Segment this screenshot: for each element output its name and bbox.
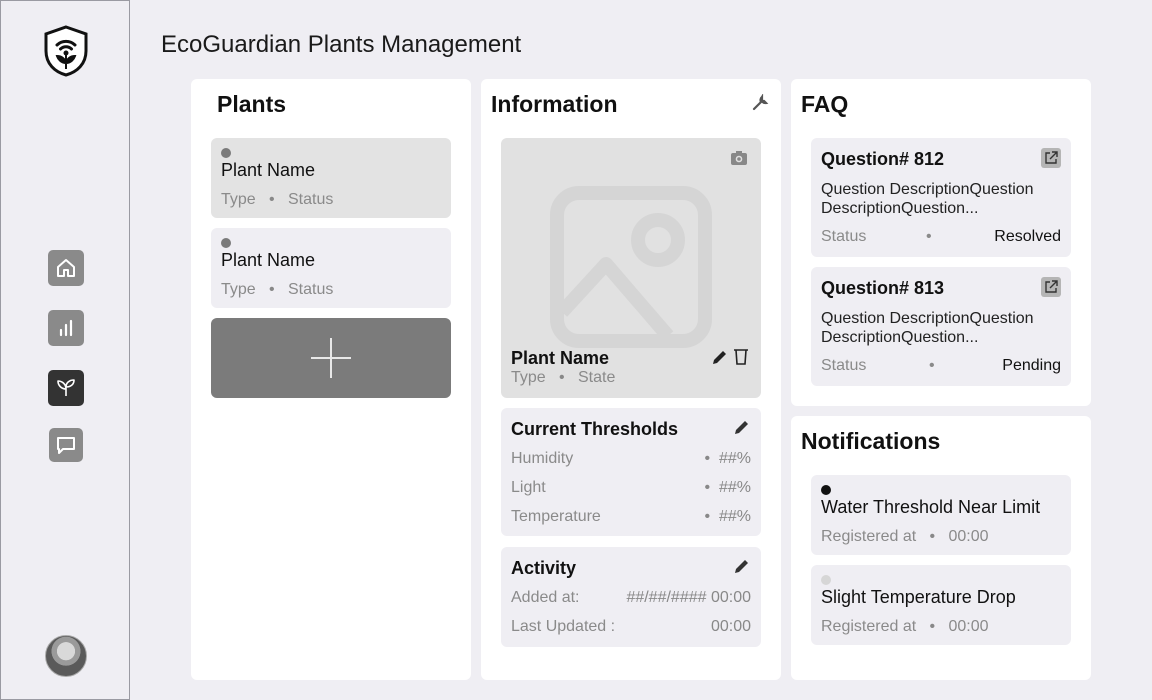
open-external-icon[interactable] — [1041, 148, 1061, 168]
sprout-icon — [57, 379, 75, 396]
faq-status-value: Resolved — [994, 228, 1061, 245]
plant-type: Type — [221, 281, 256, 298]
edit-activity-icon[interactable] — [733, 558, 750, 575]
trash-icon[interactable] — [733, 348, 749, 366]
plant-status: Status — [287, 281, 334, 298]
nav-chat-button[interactable] — [49, 428, 83, 462]
threshold-value: • ##% — [704, 450, 751, 467]
information-panel: Information Plant Name Type • State Curr… — [481, 79, 781, 680]
notification-title: Water Threshold Near Limit — [821, 497, 1041, 517]
edit-thresholds-icon[interactable] — [733, 419, 750, 436]
notification-meta: Registered at • 00:00 — [821, 528, 989, 545]
activity-value: 00:00 — [710, 618, 751, 635]
nav-home-button[interactable] — [48, 250, 84, 286]
notification-time: 00:00 — [948, 618, 989, 635]
information-title: Information — [491, 91, 618, 117]
unread-dot — [821, 485, 831, 495]
chat-icon — [57, 437, 75, 454]
threshold-label: Temperature — [511, 508, 601, 525]
thresholds-card: Current Thresholds Humidity • ##% Light … — [501, 408, 761, 536]
home-icon — [57, 259, 75, 277]
threshold-value: • ##% — [704, 508, 751, 525]
notification-item[interactable]: Water Threshold Near Limit Registered at… — [811, 475, 1071, 555]
user-avatar[interactable] — [45, 635, 87, 677]
read-dot — [821, 575, 831, 585]
pencil-icon[interactable] — [711, 349, 728, 366]
faq-question-description: Question DescriptionQuestion Description… — [821, 310, 1034, 346]
notifications-panel: Notifications Water Threshold Near Limit… — [791, 416, 1091, 680]
plant-meta: Type • Status — [221, 281, 334, 298]
notification-title: Slight Temperature Drop — [821, 587, 1016, 607]
faq-question-title: Question# 812 — [821, 149, 945, 169]
wrench-icon[interactable] — [751, 94, 769, 112]
add-plant-button[interactable] — [211, 318, 451, 398]
selected-plant-state: State — [577, 369, 616, 386]
open-external-icon[interactable] — [1041, 277, 1061, 297]
faq-title: FAQ — [801, 91, 849, 117]
nav-plants-button[interactable] — [48, 370, 84, 406]
threshold-label: Humidity — [511, 450, 574, 467]
activity-card: Activity Added at: ##/##/#### 00:00 Last… — [501, 547, 761, 647]
faq-question-description: Question DescriptionQuestion Description… — [821, 181, 1034, 217]
plant-name: Plant Name — [221, 160, 316, 180]
faq-item[interactable]: Question# 812 Question DescriptionQuesti… — [811, 138, 1071, 257]
notification-meta: Registered at • 00:00 — [821, 618, 989, 635]
plant-status: Status — [287, 191, 334, 208]
plant-name: Plant Name — [221, 250, 316, 270]
status-dot — [221, 238, 231, 248]
thresholds-title: Current Thresholds — [511, 419, 679, 439]
plant-list-item[interactable]: Plant Name Type • Status — [211, 138, 451, 218]
status-dot — [221, 148, 231, 158]
faq-question-title: Question# 813 — [821, 278, 945, 298]
faq-status-label: Status — [821, 228, 867, 245]
plant-type: Type — [221, 191, 256, 208]
sidebar — [0, 0, 130, 700]
bar-chart-icon — [59, 319, 73, 337]
selected-plant-meta: Type • State — [511, 369, 616, 386]
shield-logo-icon[interactable] — [43, 25, 89, 77]
notification-item[interactable]: Slight Temperature Drop Registered at • … — [811, 565, 1071, 645]
image-placeholder-icon — [550, 186, 712, 348]
activity-label: Added at: — [511, 589, 580, 606]
faq-panel: FAQ Question# 812 Question DescriptionQu… — [791, 79, 1091, 406]
plants-title: Plants — [217, 91, 287, 117]
plus-icon — [311, 338, 351, 378]
plant-photo-card: Plant Name Type • State — [501, 138, 761, 398]
faq-status-value: Pending — [1002, 357, 1061, 374]
threshold-value: • ##% — [704, 479, 751, 496]
plants-panel: Plants Plant Name Type • Status Plant Na… — [191, 79, 471, 680]
threshold-label: Light — [511, 479, 546, 496]
selected-plant-type: Type — [511, 369, 546, 386]
selected-plant-name: Plant Name — [511, 348, 610, 368]
nav-stats-button[interactable] — [48, 310, 84, 346]
faq-item[interactable]: Question# 813 Question DescriptionQuesti… — [811, 267, 1071, 386]
activity-value: ##/##/#### 00:00 — [626, 589, 751, 606]
activity-title: Activity — [511, 558, 577, 578]
notification-time: 00:00 — [948, 528, 989, 545]
faq-status-label: Status — [821, 357, 867, 374]
plant-list-item[interactable]: Plant Name Type • Status — [211, 228, 451, 308]
app-title: EcoGuardian Plants Management — [161, 31, 522, 58]
activity-label: Last Updated : — [511, 618, 616, 635]
plant-meta: Type • Status — [221, 191, 334, 208]
notifications-title: Notifications — [801, 428, 941, 454]
camera-icon[interactable] — [730, 150, 748, 166]
